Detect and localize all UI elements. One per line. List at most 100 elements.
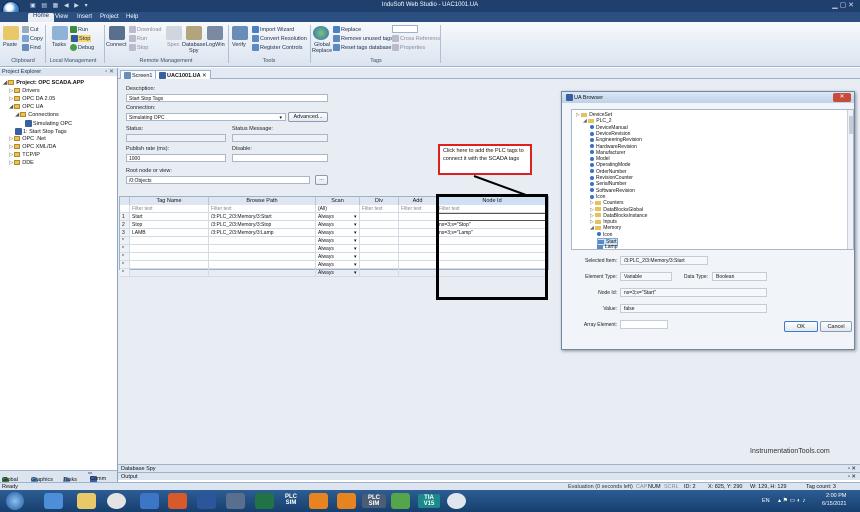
- tree-item-opc-xml[interactable]: ▷ OPC XML/DA: [9, 144, 56, 150]
- ua-tree-item[interactable]: HardwareRevision: [590, 144, 637, 150]
- output-panel[interactable]: Output ▫ ✕: [118, 472, 860, 480]
- ua-tree-item[interactable]: Model: [590, 156, 610, 162]
- tree-item-drivers[interactable]: ▷ Drivers: [9, 88, 40, 94]
- cell-browse-path[interactable]: [209, 245, 316, 253]
- tasks-button[interactable]: Tasks: [52, 42, 66, 48]
- chevron-down-icon[interactable]: ▾: [354, 214, 357, 220]
- cell-add[interactable]: [399, 213, 437, 221]
- array-element-input[interactable]: [620, 320, 668, 329]
- start-button[interactable]: [6, 492, 24, 510]
- ua-node-tree[interactable]: ▷ DeviceSet ◢ PLC_2 DeviceManual DeviceRevi…: [571, 109, 854, 250]
- filter-div[interactable]: Filter text: [360, 205, 399, 213]
- clock-date[interactable]: 6/15/2021: [822, 501, 846, 507]
- column-header-tag-name[interactable]: Tag Name: [130, 197, 209, 205]
- chevron-down-icon[interactable]: ▾: [354, 254, 357, 260]
- tree-item-start-stop-tags[interactable]: 1: Start Stop Tags: [15, 128, 67, 135]
- media-player-icon[interactable]: [140, 493, 159, 509]
- outlook-icon[interactable]: [226, 493, 245, 509]
- paste-icon[interactable]: [3, 26, 19, 40]
- connection-select[interactable]: Simulating OPC ▾: [126, 113, 286, 121]
- tree-item-connections[interactable]: ◢ Connections: [15, 112, 59, 118]
- close-button[interactable]: ✕: [833, 93, 851, 102]
- row-header[interactable]: 2: [120, 221, 130, 229]
- indusoft-icon[interactable]: [391, 493, 410, 509]
- ua-tree-item[interactable]: Lamp: [597, 244, 618, 249]
- chevron-down-icon[interactable]: ▾: [354, 270, 357, 276]
- chrome-icon[interactable]: [107, 493, 126, 509]
- filter-add[interactable]: Filter text: [399, 205, 437, 213]
- run-local-button[interactable]: Run: [70, 26, 88, 33]
- tray-icons[interactable]: ▴ ⚑ ▭ ◐ ♪: [778, 497, 805, 504]
- tia-portal-icon[interactable]: TIA V15: [418, 494, 440, 508]
- root-node-input[interactable]: /0:Objects: [126, 176, 310, 184]
- cell-browse-path[interactable]: [209, 261, 316, 269]
- chevron-down-icon[interactable]: ▾: [354, 230, 357, 236]
- row-header[interactable]: 1: [120, 213, 130, 221]
- tree-item-project[interactable]: ◢ Project: OPC SCADA.APP: [3, 80, 84, 86]
- cell-tag-name[interactable]: Start: [130, 213, 209, 221]
- cell-browse-path[interactable]: [209, 253, 316, 261]
- row-header[interactable]: *: [120, 245, 130, 253]
- app-icon[interactable]: [337, 493, 356, 509]
- ua-tree-item[interactable]: ▷ DataBlocksGlobal: [590, 207, 643, 213]
- cell-div[interactable]: [360, 221, 399, 229]
- stop-remote-button[interactable]: Stop: [129, 44, 148, 51]
- word-icon[interactable]: [197, 493, 216, 509]
- ua-tree-item[interactable]: ▷ DeviceSet: [576, 112, 612, 118]
- globe-icon[interactable]: [313, 26, 329, 40]
- ua-tree-item[interactable]: DeviceManual: [590, 125, 628, 131]
- tree-item-dde[interactable]: ▷ DDE: [9, 160, 34, 166]
- cell-tag-name[interactable]: [130, 253, 209, 261]
- ie-icon[interactable]: [44, 493, 63, 509]
- cell-add[interactable]: [399, 229, 437, 237]
- ua-tree-item[interactable]: OperatingMode: [590, 162, 630, 168]
- cut-button[interactable]: Cut: [22, 26, 39, 33]
- cancel-button[interactable]: Cancel: [820, 321, 852, 332]
- file-explorer-icon[interactable]: [77, 493, 96, 509]
- verify-icon[interactable]: [232, 26, 248, 40]
- chevron-down-icon[interactable]: ▾: [354, 238, 357, 244]
- debug-button[interactable]: Debug: [70, 44, 94, 51]
- cell-add[interactable]: [399, 269, 437, 277]
- tree-item-opc-ua[interactable]: ◢ OPC UA: [9, 104, 43, 110]
- connect-button[interactable]: Connect: [106, 42, 127, 48]
- cell-tag-name[interactable]: LAMB: [130, 229, 209, 237]
- cell-browse-path[interactable]: /3:PLC_2/3:Memory/3:Stop: [209, 221, 316, 229]
- import-wizard-button[interactable]: Import Wizard: [252, 26, 294, 33]
- menu-insert[interactable]: Insert: [77, 14, 92, 20]
- column-header-div[interactable]: Div: [360, 197, 399, 205]
- cell-browse-path[interactable]: /3:PLC_2/3:Memory/3:Lamp: [209, 229, 316, 237]
- ua-tree-item[interactable]: ▷ DataBlocksInstance: [590, 213, 647, 219]
- ua-tree-item[interactable]: ◢ PLC_2: [583, 118, 612, 124]
- cell-add[interactable]: [399, 221, 437, 229]
- paste-button[interactable]: Paste: [3, 42, 17, 48]
- ua-tree-item[interactable]: ◢ Memory: [590, 225, 621, 231]
- browse-root-node-button[interactable]: ...: [315, 175, 328, 185]
- chevron-down-icon[interactable]: ▾: [354, 246, 357, 252]
- cell-browse-path[interactable]: [209, 237, 316, 245]
- tags-search-input[interactable]: [392, 25, 418, 33]
- ua-tree-item[interactable]: DeviceRevision: [590, 131, 630, 137]
- filter-browse-path[interactable]: Filter text: [209, 205, 316, 213]
- ua-tree-item[interactable]: Icon: [597, 232, 612, 238]
- row-header[interactable]: *: [120, 237, 130, 245]
- cell-add[interactable]: [399, 261, 437, 269]
- tab-uac1001[interactable]: UAC1001.UA ✕: [155, 70, 211, 79]
- cross-reference-button[interactable]: Cross Reference: [392, 35, 441, 42]
- cell-div[interactable]: [360, 229, 399, 237]
- download-button[interactable]: Download: [129, 26, 161, 33]
- global-replace-button[interactable]: Global Replace: [312, 42, 332, 54]
- ua-tree-item[interactable]: ▷ Inputs: [590, 219, 617, 225]
- cell-div[interactable]: [360, 269, 399, 277]
- cell-add[interactable]: [399, 253, 437, 261]
- menu-view[interactable]: View: [55, 14, 68, 20]
- ua-tree-item[interactable]: SerialNumber: [590, 181, 627, 187]
- connect-icon[interactable]: [109, 26, 125, 40]
- row-header[interactable]: *: [120, 261, 130, 269]
- row-header[interactable]: *: [120, 253, 130, 261]
- cell-browse-path[interactable]: /3:PLC_2/3:Memory/3:Start: [209, 213, 316, 221]
- tree-item-opc-net[interactable]: ▷ OPC .Net: [9, 136, 46, 142]
- tab-screen1[interactable]: Screen1: [120, 70, 157, 79]
- cell-div[interactable]: [360, 213, 399, 221]
- column-header-scan[interactable]: Scan: [316, 197, 360, 205]
